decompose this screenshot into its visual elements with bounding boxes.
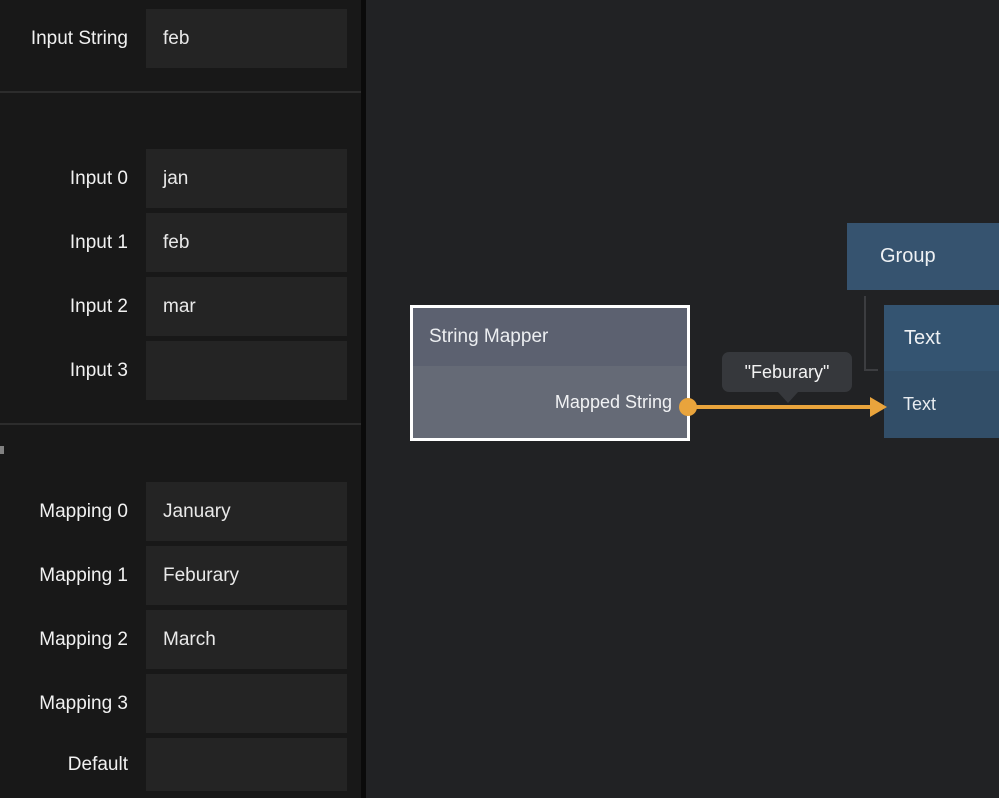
wire-value-text: "Feburary": [745, 362, 830, 383]
param-mapping-1-field[interactable]: Feburary: [146, 546, 347, 605]
param-input-1-field[interactable]: feb: [146, 213, 347, 272]
param-label: Mapping 1: [0, 565, 128, 587]
string-mapper-output-row: Mapped String: [413, 366, 687, 438]
param-label: Input 3: [0, 360, 128, 382]
param-row-mapping-1: Mapping 1 Feburary: [0, 546, 347, 605]
param-input-2-field[interactable]: mar: [146, 277, 347, 336]
text-node-input-row[interactable]: Text: [884, 371, 999, 438]
group-child-connector-horizontal: [864, 369, 878, 371]
node-canvas[interactable]: Group Text Text String Mapper Mapped Str…: [366, 0, 999, 798]
mapped-string-port-label: Mapped String: [555, 392, 672, 413]
output-port-dot[interactable]: [679, 398, 697, 416]
param-mapping-3-field[interactable]: [146, 674, 347, 733]
group-child-connector-vertical: [864, 296, 866, 371]
text-input-port-label: Text: [903, 394, 936, 415]
panel-divider: [0, 91, 361, 93]
param-row-input-string: Input String feb: [0, 9, 347, 68]
string-mapper-title: String Mapper: [429, 326, 548, 348]
param-row-input-3: Input 3: [0, 341, 347, 400]
panel-divider: [0, 423, 361, 425]
param-row-mapping-3: Mapping 3: [0, 674, 347, 733]
param-row-input-1: Input 1 feb: [0, 213, 347, 272]
param-row-input-0: Input 0 jan: [0, 149, 347, 208]
param-label: Mapping 0: [0, 501, 128, 523]
param-row-mapping-0: Mapping 0 January: [0, 482, 347, 541]
group-node-title: Group: [880, 245, 936, 268]
param-input-string-field[interactable]: feb: [146, 9, 347, 68]
wire-arrowhead-icon: [870, 397, 887, 417]
node-text[interactable]: Text Text: [884, 305, 999, 438]
param-row-input-2: Input 2 mar: [0, 277, 347, 336]
param-input-3-field[interactable]: [146, 341, 347, 400]
param-label: Input 1: [0, 232, 128, 254]
param-row-default: Default: [0, 738, 347, 791]
param-label: Input 0: [0, 168, 128, 190]
connection-wire[interactable]: [688, 405, 874, 409]
text-node-title: Text: [904, 327, 941, 350]
param-row-mapping-2: Mapping 2 March: [0, 610, 347, 669]
parameter-panel: Input String feb Input 0 jan Input 1 feb…: [0, 0, 361, 798]
node-string-mapper[interactable]: String Mapper Mapped String: [410, 305, 690, 441]
node-group[interactable]: Group: [847, 223, 999, 290]
string-mapper-header[interactable]: String Mapper: [413, 308, 687, 366]
param-mapping-0-field[interactable]: January: [146, 482, 347, 541]
param-default-field[interactable]: [146, 738, 347, 791]
param-label: Mapping 3: [0, 693, 128, 715]
param-mapping-2-field[interactable]: March: [146, 610, 347, 669]
tooltip-pointer-icon: [778, 392, 798, 403]
param-label: Default: [0, 754, 128, 776]
param-label: Input String: [0, 28, 128, 50]
section-disclosure-marker[interactable]: [0, 446, 4, 454]
param-label: Input 2: [0, 296, 128, 318]
wire-value-tooltip: "Feburary": [722, 352, 852, 392]
text-node-header[interactable]: Text: [884, 305, 999, 371]
app-window: Input String feb Input 0 jan Input 1 feb…: [0, 0, 999, 798]
param-label: Mapping 2: [0, 629, 128, 651]
param-input-0-field[interactable]: jan: [146, 149, 347, 208]
